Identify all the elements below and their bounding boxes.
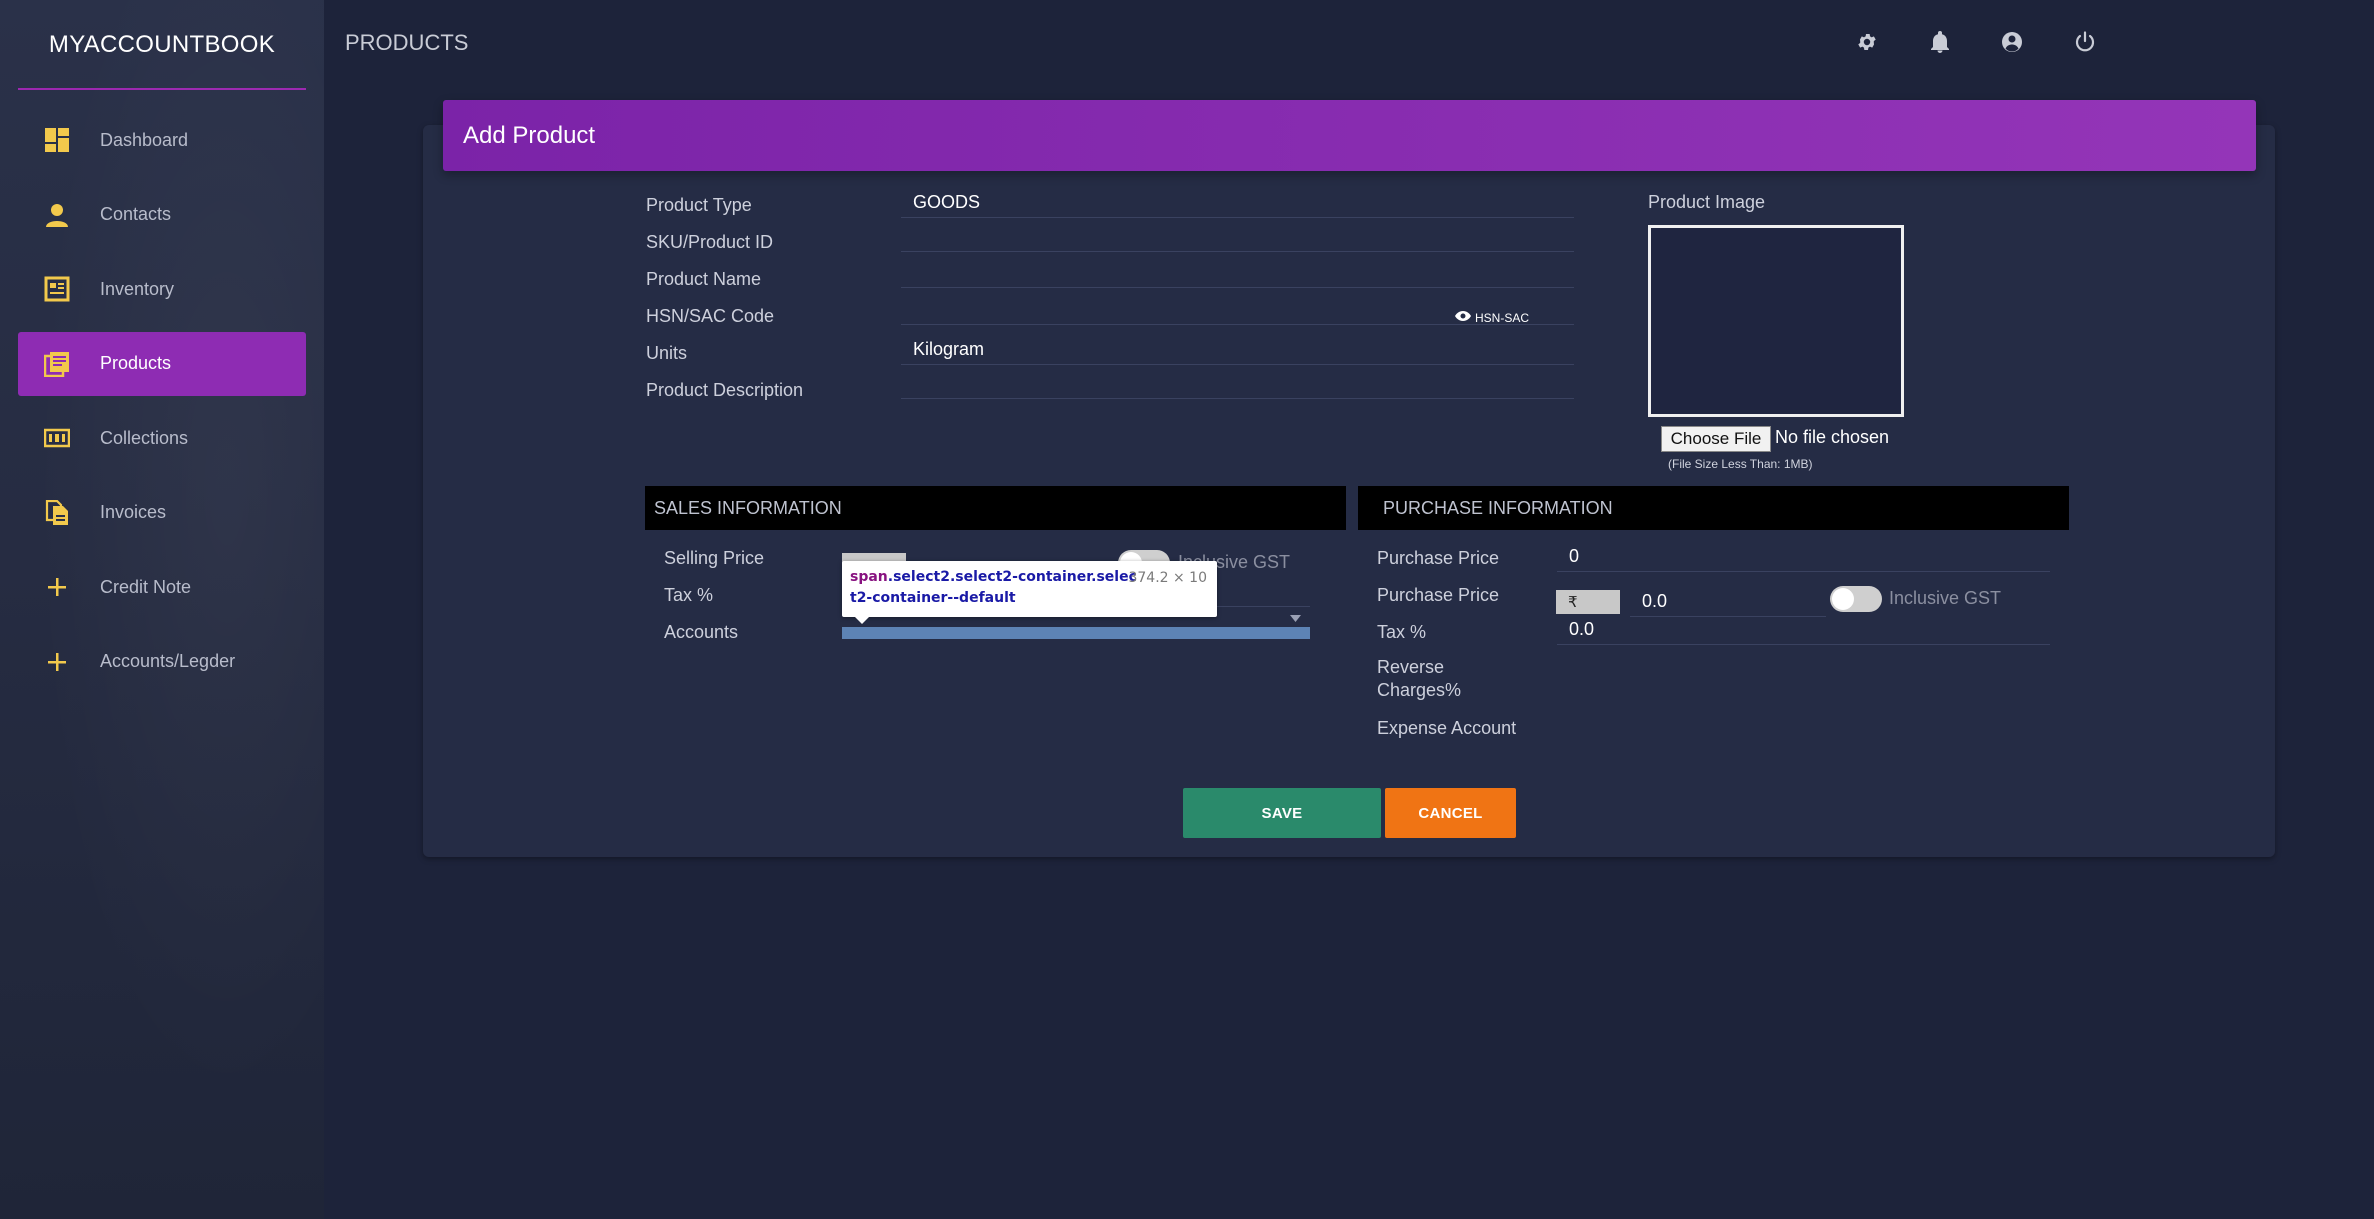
sidebar-item-label: Credit Note — [100, 576, 192, 597]
units-select[interactable]: Kilogram — [901, 335, 1574, 365]
purchase-price-input-1[interactable]: 0 — [1557, 542, 2050, 572]
accounts-label: Accounts — [664, 622, 739, 642]
purchase-tax-label: Tax % — [1377, 622, 1427, 642]
card-title: Add Product — [443, 100, 2256, 171]
sidebar-item-inventory[interactable]: Inventory — [18, 257, 306, 321]
reverse-charges-label-line-2: Charges% — [1377, 680, 1462, 700]
sidebar: MYACCOUNTBOOK Dashboard Contacts Invento… — [0, 0, 324, 1219]
tooltip-arrow — [855, 617, 869, 624]
sidebar-item-dashboard[interactable]: Dashboard — [18, 108, 306, 172]
tooltip-selector-line-1: .select2.select2-container.selec — [887, 569, 1137, 585]
product-description-label: Product Description — [646, 380, 804, 400]
bell-icon[interactable] — [1926, 28, 1954, 56]
sidebar-item-label: Accounts/Legder — [100, 651, 236, 671]
units-label: Units — [646, 343, 688, 363]
product-name-input[interactable] — [901, 258, 1574, 288]
product-name-label: Product Name — [646, 269, 762, 289]
brand-logo-text[interactable]: MYACCOUNTBOOK — [0, 0, 324, 89]
tooltip-size: 374.2 × 10 — [1128, 570, 1207, 586]
sales-tax-label: Tax % — [664, 585, 714, 605]
hsn-sac-link[interactable]: HSN-SAC — [1454, 309, 1529, 327]
sidebar-item-label: Contacts — [100, 204, 172, 224]
gear-icon[interactable] — [1853, 28, 1881, 56]
sidebar-item-products[interactable]: Products — [18, 331, 306, 396]
sidebar-item-label: Invoices — [100, 502, 167, 522]
file-status: No file chosen — [1775, 427, 1890, 447]
sku-label: SKU/Product ID — [646, 232, 774, 252]
sidebar-item-collections[interactable]: Collections — [18, 406, 306, 470]
purchase-tax-input[interactable]: 0.0 — [1557, 615, 2050, 645]
brand-divider — [18, 88, 306, 90]
product-type-select[interactable]: GOODS — [901, 188, 1574, 218]
hsn-label: HSN/SAC Code — [646, 306, 775, 326]
product-image-label: Product Image — [1648, 192, 1766, 212]
collections-icon — [42, 423, 72, 453]
purchase-information-header: PURCHASE INFORMATION — [1358, 486, 2069, 530]
sales-information-header: SALES INFORMATION — [645, 486, 1346, 530]
tooltip-selector-line-2: t2-container--default — [850, 590, 1016, 606]
sidebar-item-credit-note[interactable]: Credit Note — [18, 555, 306, 619]
person-icon — [42, 200, 72, 230]
sidebar-item-contacts[interactable]: Contacts — [18, 183, 306, 247]
choose-file-button[interactable]: Choose File — [1661, 426, 1771, 452]
plus-icon — [42, 647, 72, 677]
purchase-price-input-2[interactable]: 0.0 — [1630, 587, 1826, 617]
product-type-label: Product Type — [646, 195, 752, 215]
selling-price-label: Selling Price — [664, 548, 765, 568]
invoices-icon — [42, 498, 72, 528]
purchase-price-label-1: Purchase Price — [1377, 548, 1500, 568]
tooltip-tag: span — [850, 569, 888, 585]
power-icon[interactable] — [2071, 28, 2099, 56]
page-title: PRODUCTS — [345, 30, 469, 55]
save-button[interactable]: SAVE — [1183, 788, 1381, 838]
cancel-button[interactable]: CANCEL — [1385, 788, 1516, 838]
inventory-icon — [42, 274, 72, 304]
element-inspector-tooltip: span.select2.select2-container.selec t2-… — [842, 561, 1217, 617]
product-description-input[interactable] — [901, 369, 1574, 399]
sidebar-item-label: Dashboard — [100, 129, 189, 150]
purchase-price-label-2: Purchase Price — [1377, 585, 1500, 605]
sku-input[interactable] — [901, 222, 1574, 252]
plus-icon — [42, 572, 72, 602]
sidebar-item-label: Products — [100, 353, 172, 373]
sidebar-nav: Dashboard Contacts Inventory Products Co… — [18, 108, 306, 704]
account-icon[interactable] — [1998, 28, 2026, 56]
hsn-sac-link-label: HSN-SAC — [1475, 311, 1530, 325]
sidebar-item-label: Collections — [100, 427, 189, 448]
accounts-select[interactable] — [842, 627, 1310, 639]
file-size-hint: (File Size Less Than: 1MB) — [1668, 457, 1813, 471]
currency-badge: ₹ — [1556, 590, 1620, 614]
chevron-down-icon[interactable] — [1290, 609, 1301, 627]
purchase-inclusive-gst-label: Inclusive GST — [1889, 588, 2002, 608]
product-image-preview — [1648, 225, 1904, 417]
dashboard-icon — [42, 125, 72, 155]
expense-account-label: Expense Account — [1377, 718, 1517, 738]
eye-icon — [1454, 309, 1472, 327]
reverse-charges-label-line-1: Reverse — [1377, 657, 1445, 677]
products-icon — [42, 349, 72, 379]
sidebar-item-accounts-legder[interactable]: Accounts/Legder — [18, 630, 306, 694]
purchase-inclusive-gst-toggle[interactable] — [1830, 586, 1882, 612]
sidebar-item-label: Inventory — [100, 278, 175, 299]
sidebar-item-invoices[interactable]: Invoices — [18, 481, 306, 545]
